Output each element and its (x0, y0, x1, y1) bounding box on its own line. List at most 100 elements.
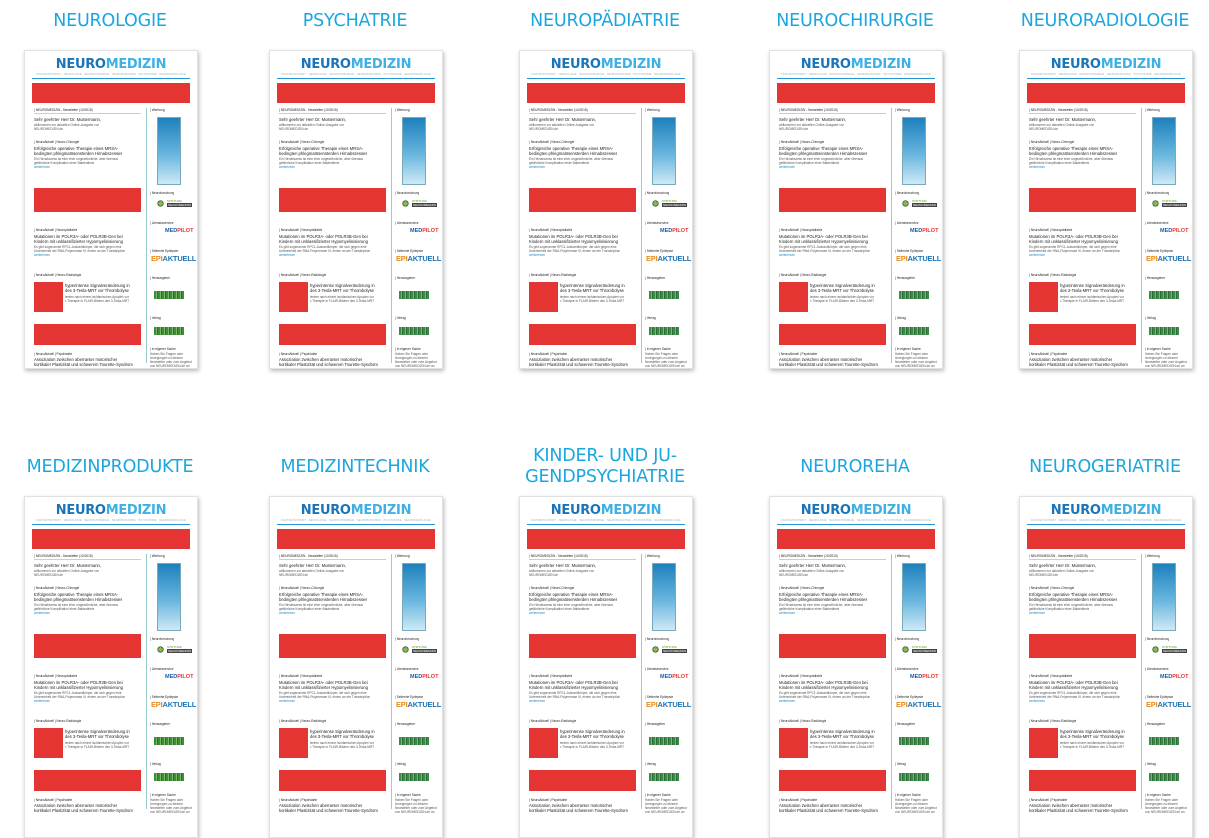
herausgeber-logo[interactable] (154, 291, 184, 299)
verlag-logo[interactable] (649, 773, 679, 781)
epiaktuell-logo[interactable]: EPIAKTUELL (1146, 254, 1191, 263)
article-headline[interactable]: kortikaler Plastizität und schwerem Tour… (34, 808, 133, 813)
read-more-link[interactable]: weiterlesen (279, 699, 295, 703)
read-more-link[interactable]: weiterlesen (529, 611, 545, 615)
herausgeber-logo[interactable] (1149, 737, 1179, 745)
read-more-link[interactable]: weiterlesen (1029, 165, 1045, 169)
category-title[interactable]: NEUROREHA (745, 457, 965, 478)
verlag-logo[interactable] (399, 773, 429, 781)
article-headline[interactable]: des 3-Tesla-MRT vor Thrombolyse (560, 734, 624, 739)
book-ad-image[interactable] (402, 117, 426, 185)
category-title[interactable]: MEDIZINPRODUKTE (0, 457, 220, 478)
article-headline[interactable]: Kindern mit unklassifizierter Hypomyelin… (1029, 239, 1118, 244)
book-ad-image[interactable] (652, 117, 676, 185)
verlag-logo[interactable] (399, 327, 429, 335)
article-headline[interactable]: kortikaler Plastizität und schwerem Tour… (1029, 808, 1128, 813)
read-more-link[interactable]: weiterlesen (279, 253, 295, 257)
newsletter-card[interactable]: NEUROPÄDIATRIE NEUROMEDIZIN FACHZEITSCHR… (495, 0, 715, 390)
herausgeber-logo[interactable] (649, 737, 679, 745)
medpilot-logo[interactable]: MEDPILOT (910, 228, 938, 234)
stiftung-logo-text[interactable]: NEUROMEDIZIN (912, 649, 938, 653)
read-more-link[interactable]: weiterlesen (1029, 611, 1045, 615)
herausgeber-logo[interactable] (154, 737, 184, 745)
verlag-logo[interactable] (1149, 773, 1179, 781)
epiaktuell-logo[interactable]: EPIAKTUELL (646, 700, 691, 709)
stiftung-logo-text[interactable]: NEUROMEDIZIN (662, 649, 688, 653)
article-headline[interactable]: bedingten phlegmatösensterden Hirnabszes… (779, 597, 867, 602)
read-more-link[interactable]: weiterlesen (34, 699, 50, 703)
book-ad-image[interactable] (402, 563, 426, 631)
read-more-link[interactable]: weiterlesen (529, 165, 545, 169)
article-headline[interactable]: Kindern mit unklassifizierter Hypomyelin… (779, 239, 868, 244)
article-headline[interactable]: bedingten phlegmatösensterden Hirnabszes… (279, 151, 367, 156)
book-ad-image[interactable] (902, 563, 926, 631)
epiaktuell-logo[interactable]: EPIAKTUELL (396, 700, 441, 709)
read-more-link[interactable]: weiterlesen (779, 611, 795, 615)
read-more-link[interactable]: weiterlesen (279, 165, 295, 169)
article-headline[interactable]: des 3-Tesla-MRT vor Thrombolyse (65, 734, 129, 739)
newsletter-preview[interactable]: NEUROMEDIZIN FACHZEITSCHRIFT · NEUROLOGI… (269, 50, 443, 369)
stiftung-logo-text[interactable]: NEUROMEDIZIN (167, 203, 193, 207)
newsletter-preview[interactable]: NEUROMEDIZIN FACHZEITSCHRIFT · NEUROLOGI… (24, 496, 198, 838)
epiaktuell-logo[interactable]: EPIAKTUELL (396, 254, 441, 263)
article-headline[interactable]: Kindern mit unklassifizierter Hypomyelin… (529, 685, 618, 690)
stiftung-logo-text[interactable]: NEUROMEDIZIN (662, 203, 688, 207)
epiaktuell-logo[interactable]: EPIAKTUELL (151, 254, 196, 263)
book-ad-image[interactable] (902, 117, 926, 185)
article-headline[interactable]: Kindern mit unklassifizierter Hypomyelin… (779, 685, 868, 690)
book-ad-image[interactable] (652, 563, 676, 631)
verlag-logo[interactable] (649, 327, 679, 335)
category-title[interactable]: KINDER- UND JU- GENDPSYCHIATRIE (495, 446, 715, 488)
stiftung-logo-text[interactable]: NEUROMEDIZIN (1162, 649, 1188, 653)
article-headline[interactable]: bedingten phlegmatösensterden Hirnabszes… (34, 151, 122, 156)
newsletter-card[interactable]: NEUROLOGIE NEUROMEDIZIN FACHZEITSCHRIFT … (0, 0, 220, 390)
read-more-link[interactable]: weiterlesen (779, 699, 795, 703)
medpilot-logo[interactable]: MEDPILOT (1160, 228, 1188, 234)
stiftung-logo-text[interactable]: NEUROMEDIZIN (412, 649, 438, 653)
newsletter-card[interactable]: NEURORADIOLOGIE NEUROMEDIZIN FACHZEITSCH… (995, 0, 1209, 390)
book-ad-image[interactable] (157, 117, 181, 185)
epiaktuell-logo[interactable]: EPIAKTUELL (1146, 700, 1191, 709)
stiftung-logo-text[interactable]: NEUROMEDIZIN (412, 203, 438, 207)
epiaktuell-logo[interactable]: EPIAKTUELL (896, 254, 941, 263)
newsletter-card[interactable]: KINDER- UND JU- GENDPSYCHIATRIE NEUROMED… (495, 446, 715, 838)
read-more-link[interactable]: weiterlesen (34, 253, 50, 257)
medpilot-logo[interactable]: MEDPILOT (410, 674, 438, 680)
verlag-logo[interactable] (899, 773, 929, 781)
newsletter-preview[interactable]: NEUROMEDIZIN FACHZEITSCHRIFT · NEUROLOGI… (519, 50, 693, 369)
category-title[interactable]: NEURORADIOLOGIE (995, 11, 1209, 32)
article-headline[interactable]: des 3-Tesla-MRT vor Thrombolyse (310, 288, 374, 293)
article-headline[interactable]: bedingten phlegmatösensterden Hirnabszes… (1029, 151, 1117, 156)
article-headline[interactable]: kortikaler Plastizität und schwerem Tour… (529, 362, 628, 367)
medpilot-logo[interactable]: MEDPILOT (165, 228, 193, 234)
article-headline[interactable]: kortikaler Plastizität und schwerem Tour… (279, 808, 378, 813)
newsletter-preview[interactable]: NEUROMEDIZIN FACHZEITSCHRIFT · NEUROLOGI… (519, 496, 693, 838)
article-headline[interactable]: des 3-Tesla-MRT vor Thrombolyse (560, 288, 624, 293)
read-more-link[interactable]: weiterlesen (34, 611, 50, 615)
newsletter-preview[interactable]: NEUROMEDIZIN FACHZEITSCHRIFT · NEUROLOGI… (769, 496, 943, 838)
book-ad-image[interactable] (157, 563, 181, 631)
article-headline[interactable]: kortikaler Plastizität und schwerem Tour… (279, 362, 378, 367)
epiaktuell-logo[interactable]: EPIAKTUELL (896, 700, 941, 709)
newsletter-card[interactable]: NEUROREHA NEUROMEDIZIN FACHZEITSCHRIFT ·… (745, 446, 965, 838)
newsletter-preview[interactable]: NEUROMEDIZIN FACHZEITSCHRIFT · NEUROLOGI… (1019, 496, 1193, 838)
verlag-logo[interactable] (154, 327, 184, 335)
article-headline[interactable]: bedingten phlegmatösensterden Hirnabszes… (279, 597, 367, 602)
article-headline[interactable]: des 3-Tesla-MRT vor Thrombolyse (1060, 288, 1124, 293)
article-headline[interactable]: bedingten phlegmatösensterden Hirnabszes… (779, 151, 867, 156)
article-headline[interactable]: kortikaler Plastizität und schwerem Tour… (779, 808, 878, 813)
article-headline[interactable]: kortikaler Plastizität und schwerem Tour… (779, 362, 878, 367)
category-title[interactable]: MEDIZINTECHNIK (245, 457, 465, 478)
article-headline[interactable]: bedingten phlegmatösensterden Hirnabszes… (34, 597, 122, 602)
read-more-link[interactable]: weiterlesen (779, 253, 795, 257)
medpilot-logo[interactable]: MEDPILOT (910, 674, 938, 680)
newsletter-card[interactable]: PSYCHATRIE NEUROMEDIZIN FACHZEITSCHRIFT … (245, 0, 465, 390)
article-headline[interactable]: des 3-Tesla-MRT vor Thrombolyse (1060, 734, 1124, 739)
epiaktuell-logo[interactable]: EPIAKTUELL (151, 700, 196, 709)
medpilot-logo[interactable]: MEDPILOT (1160, 674, 1188, 680)
medpilot-logo[interactable]: MEDPILOT (165, 674, 193, 680)
herausgeber-logo[interactable] (899, 291, 929, 299)
newsletter-card[interactable]: MEDIZINTECHNIK NEUROMEDIZIN FACHZEITSCHR… (245, 446, 465, 838)
newsletter-card[interactable]: NEUROCHIRURGIE NEUROMEDIZIN FACHZEITSCHR… (745, 0, 965, 390)
article-headline[interactable]: Kindern mit unklassifizierter Hypomyelin… (34, 685, 123, 690)
